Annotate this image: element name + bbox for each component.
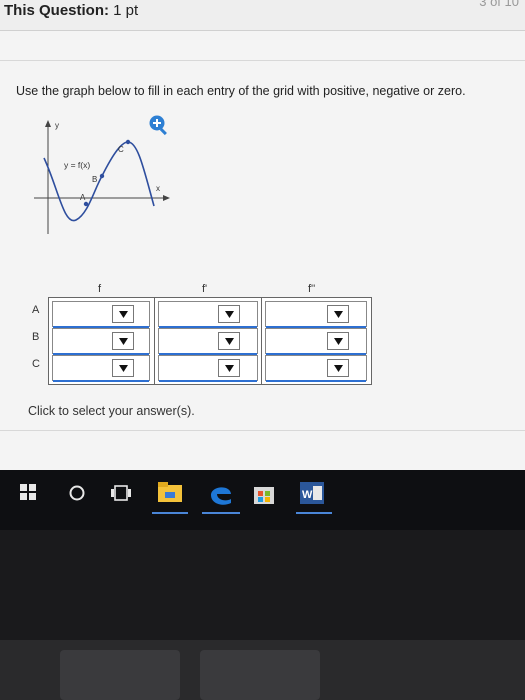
answer-cell-b-f[interactable] — [52, 328, 150, 355]
keyboard-key — [200, 650, 320, 700]
chevron-down-icon — [224, 364, 234, 372]
browser-page: This Question: 1 pt 3 of 10 Use the grap… — [0, 0, 525, 470]
point-c-marker — [125, 139, 131, 145]
dropdown-a-f-double-prime[interactable] — [327, 305, 349, 323]
dropdown-c-f[interactable] — [112, 359, 134, 377]
function-graph: y x y = f(x) A B C — [34, 120, 170, 234]
divider — [0, 430, 525, 431]
taskbar-active-indicator — [202, 512, 240, 514]
point-a-label: A — [80, 193, 86, 202]
dropdown-b-f-double-prime[interactable] — [327, 332, 349, 350]
answer-cell-c-f-double-prime[interactable] — [265, 355, 367, 382]
answer-cell-a-f[interactable] — [52, 301, 150, 328]
points-value: 1 pt — [113, 2, 139, 19]
dropdown-c-f-prime[interactable] — [218, 359, 240, 377]
question-instruction: Use the graph below to fill in each entr… — [16, 84, 466, 98]
word-icon[interactable]: W — [300, 482, 324, 504]
chevron-down-icon — [118, 310, 128, 318]
taskbar-active-indicator — [296, 512, 332, 514]
column-header-f-double-prime: f'' — [308, 283, 316, 295]
chevron-down-icon — [118, 337, 128, 345]
windows-start-icon[interactable] — [20, 484, 36, 500]
chevron-down-icon — [118, 364, 128, 372]
answer-cell-a-f-double-prime[interactable] — [265, 301, 367, 328]
file-explorer-icon[interactable] — [158, 482, 182, 502]
dropdown-a-f-prime[interactable] — [218, 305, 240, 323]
dropdown-c-f-double-prime[interactable] — [327, 359, 349, 377]
point-a-marker — [83, 201, 89, 207]
store-icon[interactable] — [254, 482, 274, 504]
column-header-f-prime: f' — [202, 283, 208, 295]
answer-cell-c-f[interactable] — [52, 355, 150, 382]
x-axis-label: x — [156, 184, 160, 193]
function-label: y = f(x) — [64, 160, 90, 170]
question-header-bar: This Question: 1 pt 3 of 10 — [0, 0, 525, 31]
svg-text:W: W — [302, 489, 313, 501]
answer-cell-c-f-prime[interactable] — [158, 355, 258, 382]
chevron-down-icon — [333, 364, 343, 372]
question-label: This Question: 1 pt — [4, 2, 139, 19]
chevron-down-icon — [224, 337, 234, 345]
edge-icon[interactable] — [208, 480, 234, 506]
dropdown-a-f[interactable] — [112, 305, 134, 323]
point-c-label: C — [118, 145, 124, 154]
row-header-b: B — [32, 331, 40, 343]
divider — [0, 60, 525, 61]
chevron-down-icon — [224, 310, 234, 318]
row-header-a: A — [32, 304, 40, 316]
taskbar-active-indicator — [152, 512, 188, 514]
point-b-marker — [99, 173, 105, 179]
chevron-down-icon — [333, 337, 343, 345]
point-b-label: B — [92, 175, 97, 184]
windows-taskbar: W — [0, 470, 525, 530]
dropdown-b-f-prime[interactable] — [218, 332, 240, 350]
keyboard-key — [60, 650, 180, 700]
column-header-f: f — [98, 283, 102, 295]
y-axis-label: y — [55, 121, 59, 130]
answer-cell-b-f-double-prime[interactable] — [265, 328, 367, 355]
dropdown-b-f[interactable] — [112, 332, 134, 350]
answer-hint: Click to select your answer(s). — [28, 404, 195, 418]
answer-grid — [48, 297, 372, 385]
task-view-icon[interactable] — [110, 484, 132, 502]
cortana-icon[interactable] — [68, 484, 86, 502]
question-counter: 3 of 10 — [479, 0, 519, 9]
answer-cell-a-f-prime[interactable] — [158, 301, 258, 328]
answer-cell-b-f-prime[interactable] — [158, 328, 258, 355]
row-header-c: C — [32, 358, 40, 370]
chevron-down-icon — [333, 310, 343, 318]
